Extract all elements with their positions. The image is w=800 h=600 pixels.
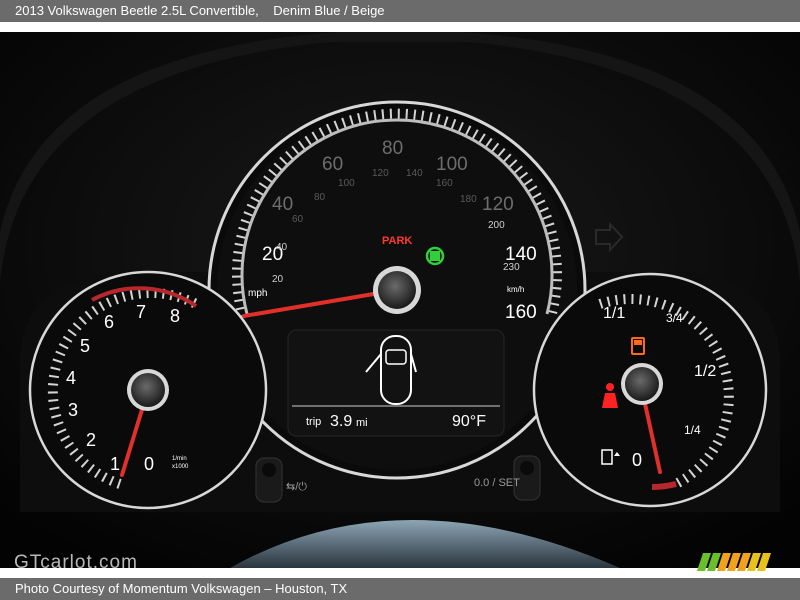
kmh-label-60: 60: [292, 214, 304, 225]
tach-unit-line2: x1000: [172, 464, 189, 470]
kmh-label-160: 160: [436, 178, 453, 189]
fuel-label-three-quarter: 3/4: [666, 311, 683, 325]
speedometer: 20 40 60 80 100 120 140 160 20 40 60 80 …: [207, 100, 587, 480]
temperature-readout: 90°F: [452, 413, 486, 430]
mph-label-100: 100: [436, 154, 468, 175]
tach-label-6: 6: [104, 312, 114, 332]
top-border: [0, 22, 800, 32]
kmh-label-80: 80: [314, 192, 326, 203]
mph-label-120: 120: [482, 194, 514, 215]
left-stalk-button[interactable]: [255, 457, 283, 503]
tach-label-0: 0: [144, 454, 154, 474]
right-stalk-label: 0.0 / SET: [474, 477, 520, 489]
gtcarlot-watermark: GTcarlot.com: [14, 552, 138, 573]
brand-stripes-logo: [697, 553, 771, 571]
tachometer: 0 1 2 3 4 5 6 7 8 1/min x1000: [28, 270, 268, 510]
fuel-needle-hub: [625, 367, 659, 401]
mph-label-60: 60: [322, 154, 343, 175]
kmh-label-40: 40: [276, 242, 288, 253]
fuel-gauge: 1/1 3/4 1/2 1/4 0: [532, 272, 768, 508]
caption-bar: 2013 Volkswagen Beetle 2.5L Convertible,…: [0, 0, 800, 22]
photo-credit-bar: Photo Courtesy of Momentum Volkswagen – …: [0, 578, 800, 600]
tach-needle-hub: [131, 373, 165, 407]
left-stalk-label: ⇆/⏻: [286, 481, 307, 493]
kmh-label-20: 20: [272, 274, 284, 285]
fuel-label-empty: 0: [632, 450, 642, 470]
trip-unit: mi: [356, 417, 368, 429]
instrument-cluster: 20 40 60 80 100 120 140 160 20 40 60 80 …: [0, 32, 800, 568]
tach-label-4: 4: [66, 368, 76, 388]
mph-label-80: 80: [382, 138, 403, 159]
speed-needle-hub: [378, 271, 416, 309]
kmh-label-180: 180: [460, 194, 477, 205]
kmh-label-120: 120: [372, 168, 389, 179]
vehicle-colors: Denim Blue / Beige: [273, 3, 385, 18]
fuel-label-full: 1/1: [603, 305, 625, 322]
mph-unit: mph: [248, 288, 267, 299]
kmh-label-100: 100: [338, 178, 355, 189]
trip-value: 3.9: [330, 413, 352, 430]
tach-label-2: 2: [86, 430, 96, 450]
tach-label-3: 3: [68, 400, 78, 420]
trip-label: trip: [306, 416, 321, 428]
tach-label-8: 8: [170, 306, 180, 326]
dashboard-photo: 20 40 60 80 100 120 140 160 20 40 60 80 …: [0, 32, 800, 568]
mph-label-40: 40: [272, 194, 293, 215]
tach-label-7: 7: [136, 302, 146, 322]
mph-label-160: 160: [505, 302, 537, 323]
tach-unit-line1: 1/min: [172, 456, 187, 462]
photo-credit: Photo Courtesy of Momentum Volkswagen – …: [15, 581, 348, 596]
tach-label-1: 1: [110, 454, 120, 474]
kmh-label-140: 140: [406, 168, 423, 179]
fuel-label-half: 1/2: [694, 363, 716, 380]
kmh-unit: km/h: [507, 285, 524, 294]
tach-label-5: 5: [80, 336, 90, 356]
kmh-label-230: 230: [503, 262, 520, 273]
fuel-label-quarter: 1/4: [684, 423, 701, 437]
vehicle-title: 2013 Volkswagen Beetle 2.5L Convertible,: [15, 3, 259, 18]
park-indicator: PARK: [382, 235, 412, 247]
kmh-label-200: 200: [488, 220, 505, 231]
